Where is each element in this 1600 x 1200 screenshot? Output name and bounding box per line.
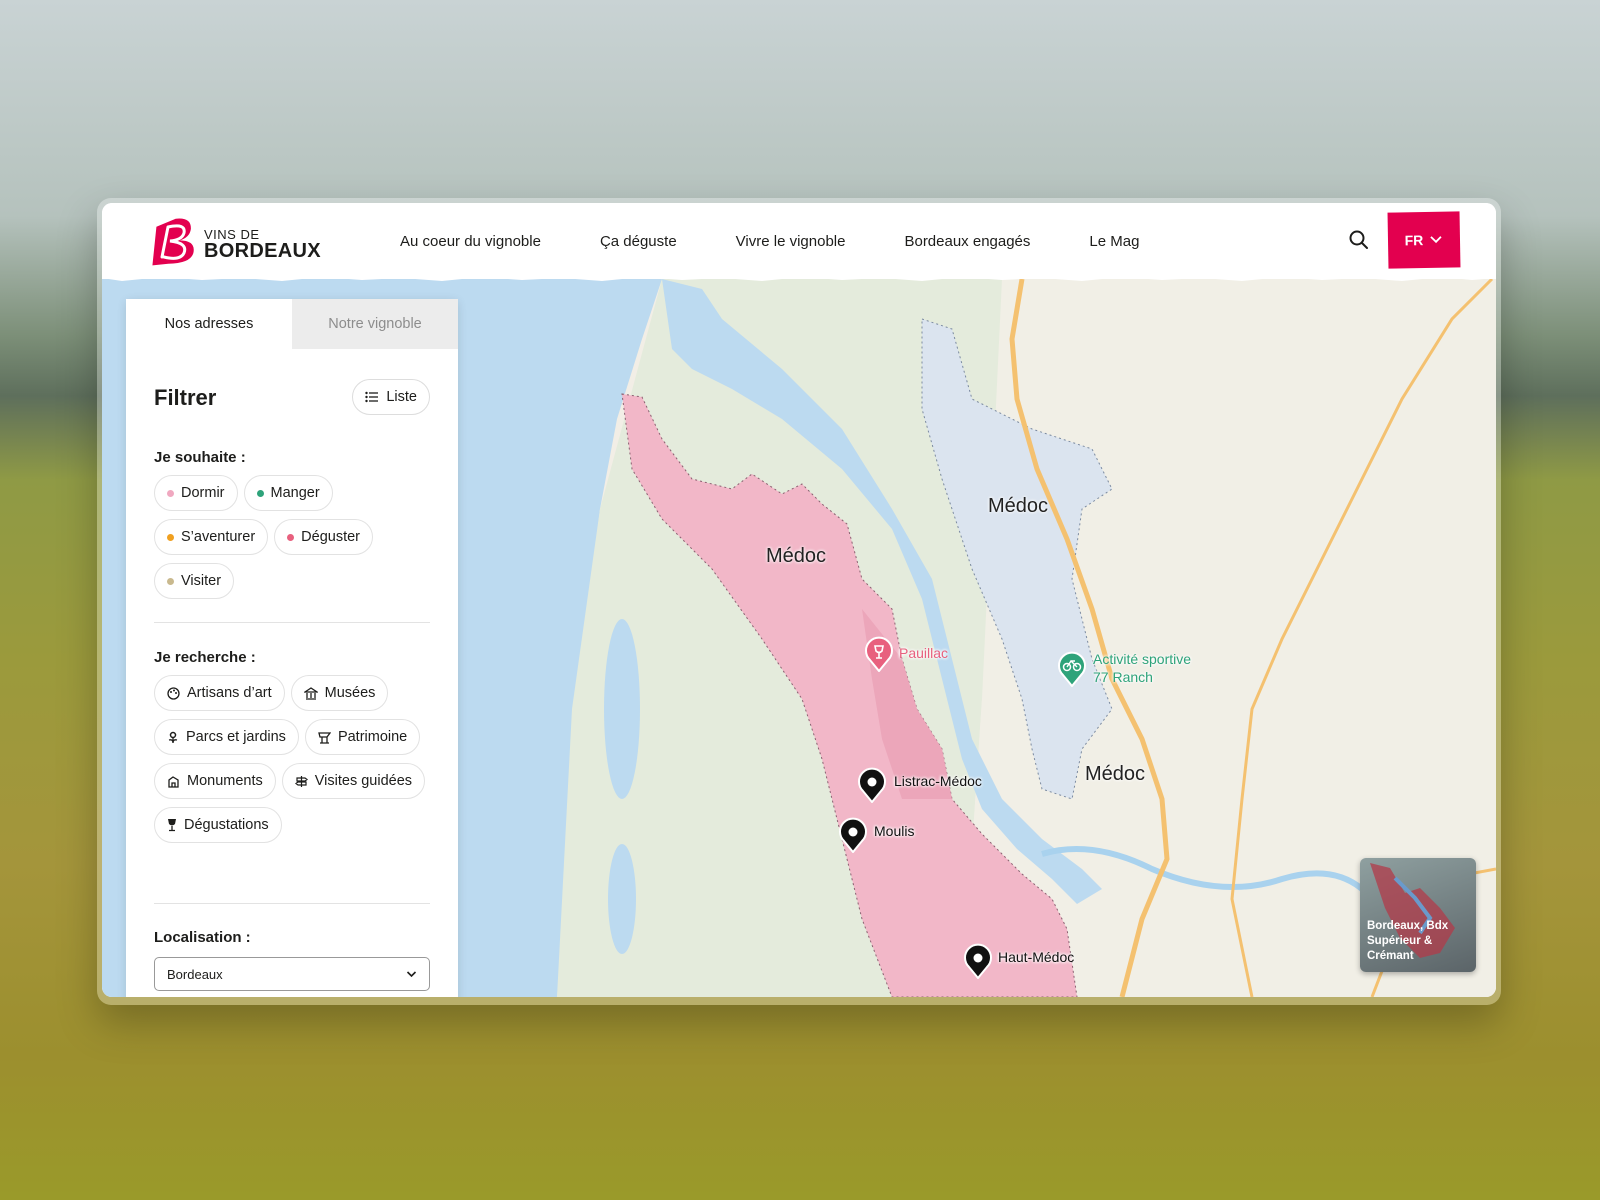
section-divider <box>154 622 430 623</box>
chip-label: Monuments <box>187 773 263 789</box>
chip-visiter[interactable]: Visiter <box>154 563 235 599</box>
chevron-down-icon <box>1430 236 1442 244</box>
region-label-medoc-north: Médoc <box>988 495 1049 517</box>
nav-link-vivre-vignoble[interactable]: Vivre le vignoble <box>736 233 846 250</box>
region-label-medoc-south: Médoc <box>1085 763 1146 785</box>
tab-notre-vignoble[interactable]: Notre vignoble <box>292 299 458 349</box>
poi-label-moulis[interactable]: Moulis <box>874 823 914 839</box>
dot-dormir <box>167 489 174 497</box>
chip-label: Parcs et jardins <box>186 729 286 745</box>
chip-musees[interactable]: Musées <box>290 675 389 711</box>
list-icon <box>365 391 379 403</box>
palette-icon <box>167 686 180 700</box>
museum-icon <box>303 686 318 700</box>
map-layer-thumbnail[interactable]: Bordeaux, Bdx Supérieur & Crémant <box>1360 858 1476 972</box>
chip-degustations[interactable]: Dégustations <box>154 807 282 843</box>
monument-icon <box>168 775 179 788</box>
nav-link-bordeaux-engages[interactable]: Bordeaux engagés <box>904 233 1030 250</box>
wine-glass-pin-icon[interactable] <box>864 636 894 672</box>
tab-nos-adresses[interactable]: Nos adresses <box>126 299 292 349</box>
chip-monuments[interactable]: Monuments <box>154 763 276 799</box>
region-label-medoc-west: Médoc <box>766 545 827 567</box>
site-logo[interactable]: VINS DE BORDEAUX <box>144 213 334 269</box>
poi-label-pauillac[interactable]: Pauillac <box>899 645 948 661</box>
dot-visiter <box>167 577 174 585</box>
flower-icon <box>168 731 178 744</box>
poi-label-listrac[interactable]: Listrac-Médoc <box>894 773 982 789</box>
dot-manger <box>256 489 264 497</box>
location-select-value: Bordeaux <box>167 966 223 982</box>
chip-label: S’aventurer <box>181 529 256 545</box>
chip-label: Visiter <box>181 573 222 589</box>
dot-deguster <box>287 533 295 541</box>
browser-window: VINS DE BORDEAUX Au coeur du vignoble Ça… <box>102 203 1496 997</box>
search-icon[interactable] <box>1346 227 1372 253</box>
filter-header: Filtrer Liste <box>154 379 430 417</box>
chip-saventurer[interactable]: S’aventurer <box>154 519 269 555</box>
list-button-label: Liste <box>386 389 417 405</box>
chip-label: Patrimoine <box>337 729 408 745</box>
bike-pin-icon[interactable] <box>1057 651 1087 687</box>
location-pin-icon[interactable] <box>963 943 993 979</box>
chip-label: Visites guidées <box>314 773 413 789</box>
poi-label-haut-medoc[interactable]: Haut-Médoc <box>998 949 1074 965</box>
wish-section-title: Je souhaite : <box>154 449 246 466</box>
chevron-down-icon <box>406 971 417 978</box>
language-selector[interactable]: FR <box>1387 211 1461 269</box>
nav-link-ca-deguste[interactable]: Ça déguste <box>600 233 677 250</box>
location-section-title: Localisation : <box>154 929 251 946</box>
signpost-icon <box>294 775 308 787</box>
poi-label-ranch-line1[interactable]: Activité sportive <box>1093 651 1191 667</box>
wish-chips: Dormir Manger S’aventurer Déguster Visit… <box>154 475 434 599</box>
chip-deguster[interactable]: Déguster <box>274 519 373 555</box>
logo-b-icon <box>152 218 194 266</box>
chip-parcs[interactable]: Parcs et jardins <box>154 719 299 755</box>
heritage-icon <box>318 731 331 744</box>
chip-dormir[interactable]: Dormir <box>154 475 238 511</box>
chip-label: Déguster <box>301 529 360 545</box>
thumbnail-label: Bordeaux, Bdx Supérieur & Crémant <box>1367 920 1449 963</box>
chip-visites-guidees[interactable]: Visites guidées <box>281 763 426 799</box>
main-nav: Au coeur du vignoble Ça déguste Vivre le… <box>400 203 1198 279</box>
site-header: VINS DE BORDEAUX Au coeur du vignoble Ça… <box>102 203 1496 279</box>
list-view-button[interactable]: Liste <box>352 379 430 415</box>
search-section-title: Je recherche : <box>154 649 256 666</box>
chip-manger[interactable]: Manger <box>243 475 333 511</box>
chip-label: Dégustations <box>184 817 269 833</box>
logo-big-text: BORDEAUX <box>204 240 321 262</box>
dot-saventurer <box>167 533 174 541</box>
chip-label: Manger <box>270 485 320 501</box>
nav-link-le-mag[interactable]: Le Mag <box>1089 233 1139 250</box>
language-label: FR <box>1404 232 1424 249</box>
location-pin-icon[interactable] <box>857 767 887 803</box>
location-select[interactable]: Bordeaux <box>154 957 430 991</box>
poi-label-ranch-line2[interactable]: 77 Ranch <box>1093 669 1153 685</box>
section-divider <box>154 903 430 904</box>
panel-tabs: Nos adresses Notre vignoble <box>126 299 458 349</box>
filter-panel: Nos adresses Notre vignoble Filtrer List… <box>126 299 458 997</box>
wine-glass-icon <box>168 819 176 832</box>
chip-artisans[interactable]: Artisans d’art <box>154 675 285 711</box>
chip-label: Artisans d’art <box>187 685 272 701</box>
search-chips: Artisans d’art Musées Parcs et jardins P… <box>154 675 434 843</box>
chip-label: Musées <box>324 685 376 701</box>
location-pin-icon[interactable] <box>838 817 868 853</box>
chip-label: Dormir <box>181 485 225 501</box>
chip-patrimoine[interactable]: Patrimoine <box>304 719 421 755</box>
filter-title: Filtrer <box>154 385 217 410</box>
nav-link-coeur-vignoble[interactable]: Au coeur du vignoble <box>400 233 541 250</box>
